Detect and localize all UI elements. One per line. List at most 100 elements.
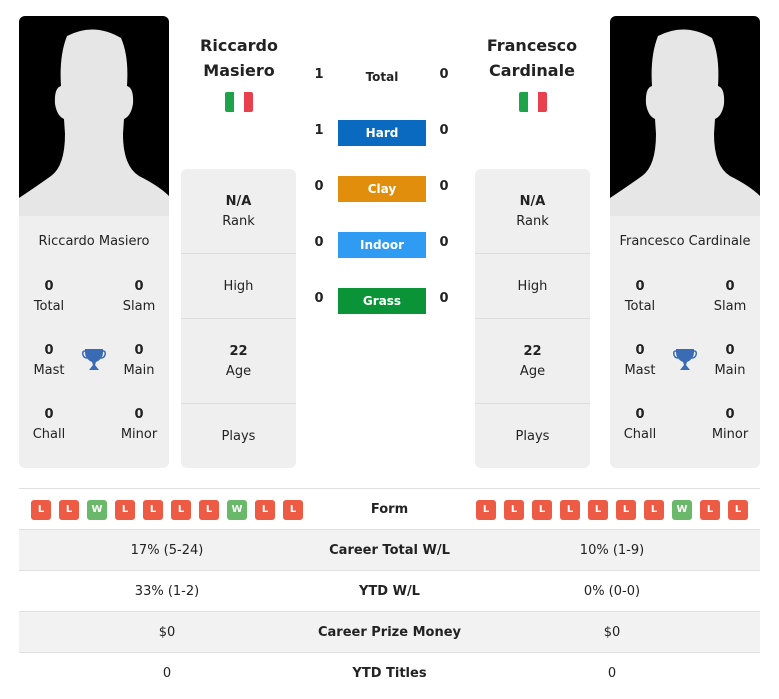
row-label: Career Prize Money: [317, 625, 461, 640]
age-label: Age: [519, 364, 546, 379]
player-silhouette-icon: [19, 29, 169, 216]
form-loss-badge[interactable]: L: [728, 500, 748, 520]
form-loss-badge[interactable]: L: [616, 500, 636, 520]
player1-value: 0: [162, 666, 172, 681]
label: Chall: [32, 427, 66, 442]
form-win-badge[interactable]: W: [672, 500, 692, 520]
h2h-indoor-p1: 0: [314, 235, 324, 250]
label: Total: [33, 299, 65, 314]
rank-label: Rank: [516, 214, 549, 229]
player2-full-name: Francesco Cardinale: [619, 234, 751, 249]
form-loss-badge[interactable]: L: [255, 500, 275, 520]
h2h-indoor-p2: 0: [439, 235, 449, 250]
divider: [475, 318, 590, 319]
player1-masters-titles: 0 Mast: [14, 341, 84, 381]
form-loss-badge[interactable]: L: [171, 500, 191, 520]
divider: [475, 253, 590, 254]
table-row: 33% (1-2) YTD W/L 0% (0-0): [19, 570, 760, 612]
player1-value: 17% (5-24): [130, 543, 204, 558]
player2-name-heading[interactable]: Francesco Cardinale: [462, 33, 602, 83]
form-label: Form: [370, 502, 409, 517]
h2h-grass-p2: 0: [439, 291, 449, 306]
label: Main: [123, 363, 155, 378]
player2-masters-titles: 0 Mast: [605, 341, 675, 381]
form-loss-badge[interactable]: L: [476, 500, 496, 520]
label: Slam: [713, 299, 747, 314]
form-loss-badge[interactable]: L: [504, 500, 524, 520]
value: 0: [134, 407, 144, 422]
form-loss-badge[interactable]: L: [644, 500, 664, 520]
form-loss-badge[interactable]: L: [560, 500, 580, 520]
value: 0: [635, 343, 645, 358]
form-loss-badge[interactable]: L: [115, 500, 135, 520]
value: 0: [725, 279, 735, 294]
divider: [181, 253, 296, 254]
divider: [181, 403, 296, 404]
player1-minor-titles: 0 Minor: [104, 405, 174, 445]
value: 0: [44, 343, 54, 358]
player1-rank: N/A Rank: [181, 192, 296, 232]
age-value: 22: [523, 344, 542, 359]
row-label: YTD Titles: [352, 666, 427, 681]
label: Chall: [623, 427, 657, 442]
player1-high: High: [223, 279, 254, 294]
form-loss-badge[interactable]: L: [143, 500, 163, 520]
form-loss-badge[interactable]: L: [532, 500, 552, 520]
h2h-hard-p1: 1: [314, 123, 324, 138]
player1-form-badges: LLWLLLLWLL: [31, 500, 303, 520]
player1-full-name: Riccardo Masiero: [38, 234, 150, 249]
player2-value: 0% (0-0): [583, 584, 641, 599]
h2h-clay-p2: 0: [439, 179, 449, 194]
last-name: Masiero: [203, 61, 275, 80]
player1-name-heading[interactable]: Riccardo Masiero: [169, 33, 309, 83]
table-row: $0 Career Prize Money $0: [19, 611, 760, 653]
form-win-badge[interactable]: W: [87, 500, 107, 520]
h2h-grass-p1: 0: [314, 291, 324, 306]
h2h-hard-p2: 0: [439, 123, 449, 138]
row-label: Career Total W/L: [329, 543, 450, 558]
value: 0: [44, 407, 54, 422]
italy-flag-icon: [519, 92, 547, 112]
label: Slam: [122, 299, 156, 314]
player2-slam-titles: 0 Slam: [695, 277, 765, 317]
player1-value: 33% (1-2): [134, 584, 200, 599]
value: 0: [725, 407, 735, 422]
player2-value: 10% (1-9): [579, 543, 645, 558]
italy-flag-icon: [225, 92, 253, 112]
last-name: Cardinale: [489, 61, 575, 80]
player2-plays: Plays: [515, 429, 550, 444]
h2h-total-label: Total: [365, 70, 399, 84]
h2h-total-p2: 0: [439, 67, 449, 82]
first-name: Francesco: [486, 36, 578, 55]
label: Minor: [120, 427, 158, 442]
table-row: 0 YTD Titles 0: [19, 652, 760, 694]
form-loss-badge[interactable]: L: [31, 500, 51, 520]
form-loss-badge[interactable]: L: [199, 500, 219, 520]
player2-minor-titles: 0 Minor: [695, 405, 765, 445]
form-win-badge[interactable]: W: [227, 500, 247, 520]
player2-form-badges: LLLLLLLWLL: [476, 500, 748, 520]
table-row: 17% (5-24) Career Total W/L 10% (1-9): [19, 529, 760, 571]
player2-age: 22 Age: [475, 342, 590, 382]
divider: [475, 403, 590, 404]
surface-grass-badge[interactable]: Grass: [338, 288, 426, 314]
player1-plays: Plays: [221, 429, 256, 444]
surface-clay-badge[interactable]: Clay: [338, 176, 426, 202]
player1-main-titles: 0 Main: [104, 341, 174, 381]
form-loss-badge[interactable]: L: [283, 500, 303, 520]
surface-hard-badge[interactable]: Hard: [338, 120, 426, 146]
label: Total: [624, 299, 656, 314]
surface-indoor-badge[interactable]: Indoor: [338, 232, 426, 258]
rank-value: N/A: [519, 194, 546, 209]
form-row: LLWLLLLWLL Form LLLLLLLWLL: [19, 488, 760, 530]
label: Minor: [711, 427, 749, 442]
form-loss-badge[interactable]: L: [59, 500, 79, 520]
player1-photo: [19, 16, 169, 216]
label: Mast: [33, 363, 65, 378]
value: 0: [635, 279, 645, 294]
player2-main-titles: 0 Main: [695, 341, 765, 381]
form-loss-badge[interactable]: L: [588, 500, 608, 520]
form-loss-badge[interactable]: L: [700, 500, 720, 520]
h2h-clay-p1: 0: [314, 179, 324, 194]
value: 0: [635, 407, 645, 422]
